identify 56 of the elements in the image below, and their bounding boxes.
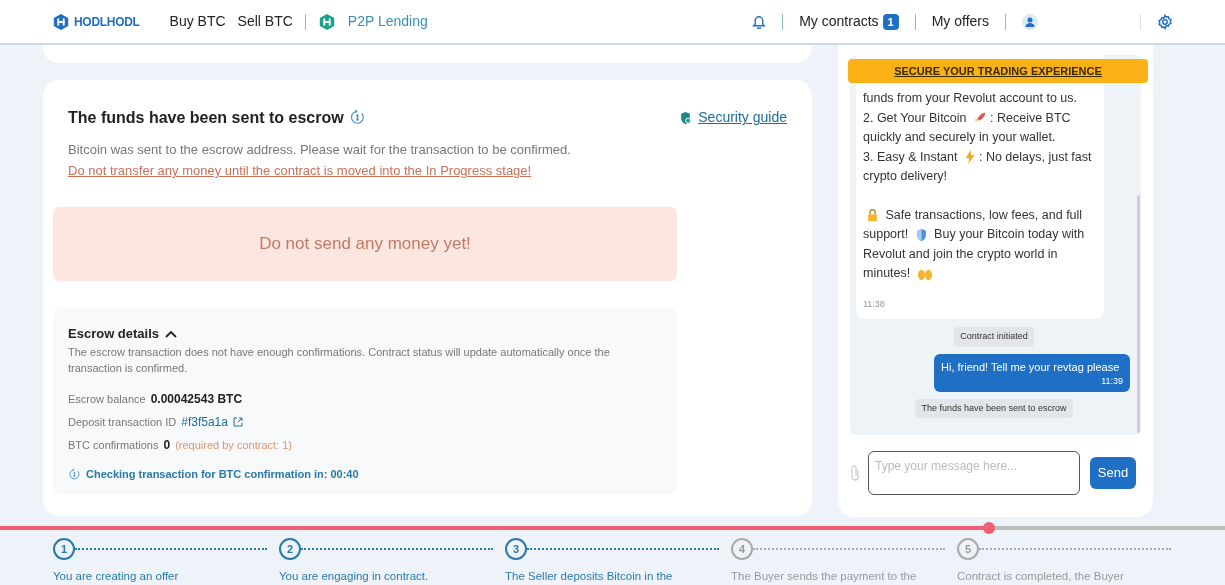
offers-link[interactable]: My offers [931, 11, 989, 32]
status-title: The funds have been sent to escrow [68, 107, 344, 128]
system-message: Contract initiated [954, 327, 1034, 347]
step-number: 3 [505, 537, 527, 560]
balance-value: 0.00042543 BTC [150, 391, 243, 409]
message-text: funds from your Revolut account to us. 2. Get Your Bitcoin : Receive BTC quickly and securely in your wallet. 3. Easy & Instant : No delays, just fast crypto delivery! Safe transactions, low fees, and full support! Buy your Bitcoin today with Revolut and join the crypto world in minutes! [863, 90, 1093, 283]
escrow-note: The escrow transaction does not have enough confirmations. Contract status will update automatically once the transaction is confirmed. [68, 345, 611, 377]
lightning-icon [963, 150, 976, 165]
paperclip-icon[interactable] [850, 465, 860, 481]
user-avatar-icon[interactable] [1022, 13, 1038, 30]
system-message: The funds have been sent to escrow [915, 398, 1073, 419]
step-number: 1 [53, 537, 75, 560]
checking-status: Checking transaction for BTC confirmation in: 00:40 [86, 467, 359, 483]
field-label: BTC confirmations [68, 438, 159, 454]
step-number: 4 [731, 537, 753, 560]
lock-icon [866, 208, 879, 223]
logo-text: HODLHODL [74, 13, 140, 31]
step-text: The Buyer sends the payment to the [731, 568, 918, 584]
message-time: 11:39 [1100, 375, 1123, 389]
playback-handle[interactable] [982, 521, 995, 534]
lending-link[interactable]: P2P Lending [347, 11, 428, 32]
contracts-link[interactable]: My contracts [799, 11, 879, 32]
shield-check-icon [679, 110, 693, 125]
count-badge: 1 [882, 13, 899, 30]
transaction-link[interactable]: #f3f5a1a [181, 413, 228, 432]
refresh-icon [348, 109, 366, 127]
step-text: Contract is completed, the Buyer [957, 568, 1125, 584]
shield-icon [914, 227, 928, 242]
message-time: 11:38 [863, 297, 886, 311]
chevron-up-icon [165, 329, 178, 338]
required-note: (required by contract: 1) [175, 438, 292, 454]
alert-banner: Do not send any money yet! [53, 206, 677, 281]
step-text: You are creating an offer [53, 568, 180, 584]
banner-text: SECURE YOUR TRADING EXPERIENCE [894, 63, 1102, 79]
step-number: 2 [279, 537, 301, 560]
warning-link[interactable]: Do not transfer any money until the contract is moved into the In Progress stage! [68, 161, 787, 181]
bell-icon[interactable] [752, 14, 767, 29]
step-number: 5 [957, 537, 979, 560]
field-label: Escrow balance [68, 392, 146, 408]
send-button[interactable]: Send [1090, 457, 1136, 489]
security-guide-link[interactable]: Security guide [698, 107, 787, 129]
nav-link[interactable]: Buy BTC [169, 11, 226, 32]
lending-icon [317, 12, 336, 31]
confirmations-value: 0 [163, 437, 171, 455]
logo-icon [52, 12, 70, 31]
field-label: Deposit transaction ID [68, 415, 177, 431]
refresh-icon [68, 468, 81, 482]
status-description: Bitcoin was sent to the escrow address. Please wait for the transaction to be confirmed. [68, 140, 572, 159]
step-text: You are engaging in contract. [279, 568, 430, 584]
escrow-toggle[interactable]: Escrow details [68, 323, 178, 344]
external-link-icon[interactable] [232, 417, 243, 428]
step-text: The Seller deposits Bitcoin in the [505, 568, 674, 584]
nav-link[interactable]: Sell BTC [237, 11, 293, 32]
message-input[interactable]: Type your message here... [868, 451, 1080, 495]
message-text: Hi, friend! Tell me your revtag please [941, 359, 1121, 375]
settings-icon[interactable] [1157, 13, 1173, 30]
